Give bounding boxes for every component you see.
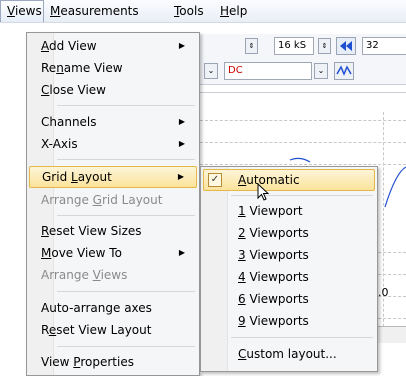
menu-item-reset-view-sizes[interactable]: Reset View Sizes (29, 220, 197, 242)
submenu-item-1-viewport[interactable]: 1 Viewport (203, 200, 375, 222)
toolbar-capture: ⇕ 16 kS ⇕ 32 (200, 34, 406, 58)
menu-item-arrange-grid-layout[interactable]: Arrange Grid Layout (29, 189, 197, 211)
spin-button[interactable]: ⇕ (245, 38, 258, 54)
views-menu: Add View ▶ Rename View Close View Channel… (26, 32, 200, 376)
grid-layout-submenu: ✓ Automatic 1 Viewport 2 Viewports 3 Vie… (200, 166, 378, 372)
waveform-icon (336, 65, 352, 76)
submenu-item-custom-layout[interactable]: Custom layout... (203, 343, 375, 365)
sample-count-field[interactable]: 16 kS (274, 37, 314, 55)
menu-separator (57, 291, 195, 292)
submenu-arrow-icon: ▶ (178, 248, 185, 257)
submenu-arrow-icon: ▶ (177, 172, 184, 181)
submenu-item-automatic[interactable]: ✓ Automatic (203, 169, 375, 191)
value-field[interactable]: 32 (362, 37, 406, 55)
mouse-cursor-icon (257, 183, 270, 201)
menu-separator (57, 105, 195, 106)
menu-tools[interactable]: Tools (168, 0, 210, 22)
submenu-arrow-icon: ▶ (178, 139, 185, 148)
submenu-arrow-icon: ▶ (178, 41, 185, 50)
divider (200, 92, 406, 93)
submenu-item-3-viewports[interactable]: 3 Viewports (203, 244, 375, 266)
rewind-button[interactable] (336, 37, 356, 55)
menu-help[interactable]: Help (214, 0, 253, 22)
menu-item-auto-arrange-axes[interactable]: Auto-arrange axes (29, 297, 197, 319)
submenu-item-6-viewports[interactable]: 6 Viewports (203, 288, 375, 310)
channel-options-button[interactable] (334, 62, 354, 80)
menu-separator (231, 195, 373, 196)
menu-views[interactable]: Views (0, 0, 44, 22)
submenu-item-4-viewports[interactable]: 4 Viewports (203, 266, 375, 288)
menu-item-reset-view-layout[interactable]: Reset View Layout (29, 319, 197, 341)
submenu-arrow-icon: ▶ (178, 117, 185, 126)
toolbar-channel: ⌄ DC ⌄ (200, 58, 406, 85)
menu-separator (57, 159, 195, 160)
plot-footer (378, 326, 406, 343)
coupling-dropdown[interactable]: ⌄ (314, 63, 328, 79)
menu-item-move-view-to[interactable]: Move View To ▶ (29, 242, 197, 264)
axis-tick-label: .0 (378, 286, 389, 299)
rewind-icon (340, 41, 352, 51)
menu-separator (57, 215, 195, 216)
submenu-item-9-viewports[interactable]: 9 Viewports (203, 310, 375, 332)
menu-separator (57, 346, 195, 347)
menu-item-rename-view[interactable]: Rename View (29, 57, 197, 79)
menu-bar: Views Measurements Tools Help (0, 0, 406, 23)
menu-item-add-view[interactable]: Add View ▶ (29, 35, 197, 57)
sample-count-spin[interactable]: ⇕ (318, 38, 331, 54)
chevron-down-icon[interactable]: ⌄ (204, 63, 218, 79)
menu-measurements[interactable]: Measurements (44, 0, 145, 22)
menu-item-grid-layout[interactable]: Grid Layout ▶ (29, 166, 197, 188)
menu-item-x-axis[interactable]: X-Axis ▶ (29, 133, 197, 155)
menu-item-arrange-views[interactable]: Arrange Views (29, 264, 197, 286)
coupling-select[interactable]: DC (224, 62, 312, 80)
menu-item-close-view[interactable]: Close View (29, 79, 197, 101)
submenu-item-2-viewports[interactable]: 2 Viewports (203, 222, 375, 244)
menu-separator (231, 337, 373, 338)
menu-item-channels[interactable]: Channels ▶ (29, 111, 197, 133)
menu-item-view-properties[interactable]: View Properties (29, 351, 197, 373)
checkmark-icon: ✓ (208, 173, 222, 187)
